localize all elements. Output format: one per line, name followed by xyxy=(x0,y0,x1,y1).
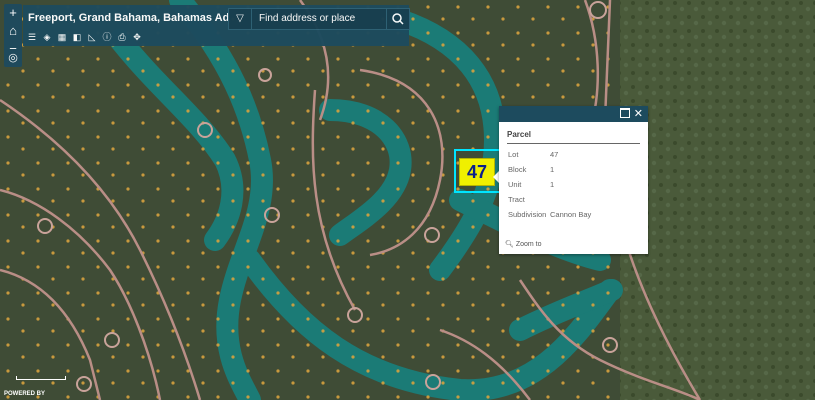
zoom-to-link[interactable]: 🔍︎ Zoom to xyxy=(505,240,542,248)
field-value-subdivision: Cannon Bay xyxy=(550,210,592,219)
field-label-subdivision: Subdivision xyxy=(508,210,547,219)
search-button[interactable] xyxy=(386,9,409,29)
info-icon[interactable]: ⓘ xyxy=(101,31,113,43)
app-header: Freeport, Grand Bahama, Bahamas Addresse… xyxy=(23,5,410,46)
chevron-down-icon: ▽ xyxy=(236,13,244,24)
close-icon[interactable]: ✕ xyxy=(634,106,643,122)
parcel-popup: ✕ Parcel Lot 47 Block 1 Unit 1 Tract Sub… xyxy=(499,106,648,254)
field-value-block: 1 xyxy=(550,165,555,174)
parcel-lot-label[interactable]: 47 xyxy=(459,158,495,186)
popup-title: Parcel xyxy=(507,130,532,139)
popup-titlebar: ✕ xyxy=(499,106,648,122)
basemap-icon[interactable]: ◧ xyxy=(71,31,83,43)
measure-icon[interactable]: ◺ xyxy=(86,31,98,43)
popup-divider xyxy=(507,143,640,144)
maximize-icon[interactable] xyxy=(620,108,630,118)
grid-icon[interactable]: ▦ xyxy=(56,31,68,43)
field-label-block: Block xyxy=(508,165,527,174)
field-value-unit: 1 xyxy=(550,180,555,189)
search-source-dropdown[interactable]: ▽ xyxy=(229,9,252,29)
attribution: POWERED BY xyxy=(4,391,46,397)
home-button[interactable]: ⌂ xyxy=(4,22,22,40)
toolbar: ☰ ◈ ▦ ◧ ◺ ⓘ ⎙ ✥ xyxy=(26,31,143,45)
field-value-lot: 47 xyxy=(550,150,559,159)
scale-bar xyxy=(16,376,66,380)
zoom-in-button[interactable]: + xyxy=(4,4,22,22)
locate-button[interactable]: ◎ xyxy=(4,49,22,67)
list-icon[interactable]: ☰ xyxy=(26,31,38,43)
print-icon[interactable]: ⎙ xyxy=(116,31,128,43)
move-icon[interactable]: ✥ xyxy=(131,31,143,43)
search-icon xyxy=(392,13,404,25)
zoom-to-label: Zoom to xyxy=(515,241,542,248)
layers-icon[interactable]: ◈ xyxy=(41,31,53,43)
field-label-tract: Tract xyxy=(508,195,525,204)
search-box[interactable]: ▽ Find address or place xyxy=(228,8,410,30)
search-input[interactable]: Find address or place xyxy=(259,13,355,24)
map-canvas[interactable] xyxy=(0,0,815,400)
magnifier-icon: 🔍︎ xyxy=(505,241,514,248)
east-scrubland xyxy=(620,0,815,400)
field-label-lot: Lot xyxy=(508,150,519,159)
field-label-unit: Unit xyxy=(508,180,522,189)
